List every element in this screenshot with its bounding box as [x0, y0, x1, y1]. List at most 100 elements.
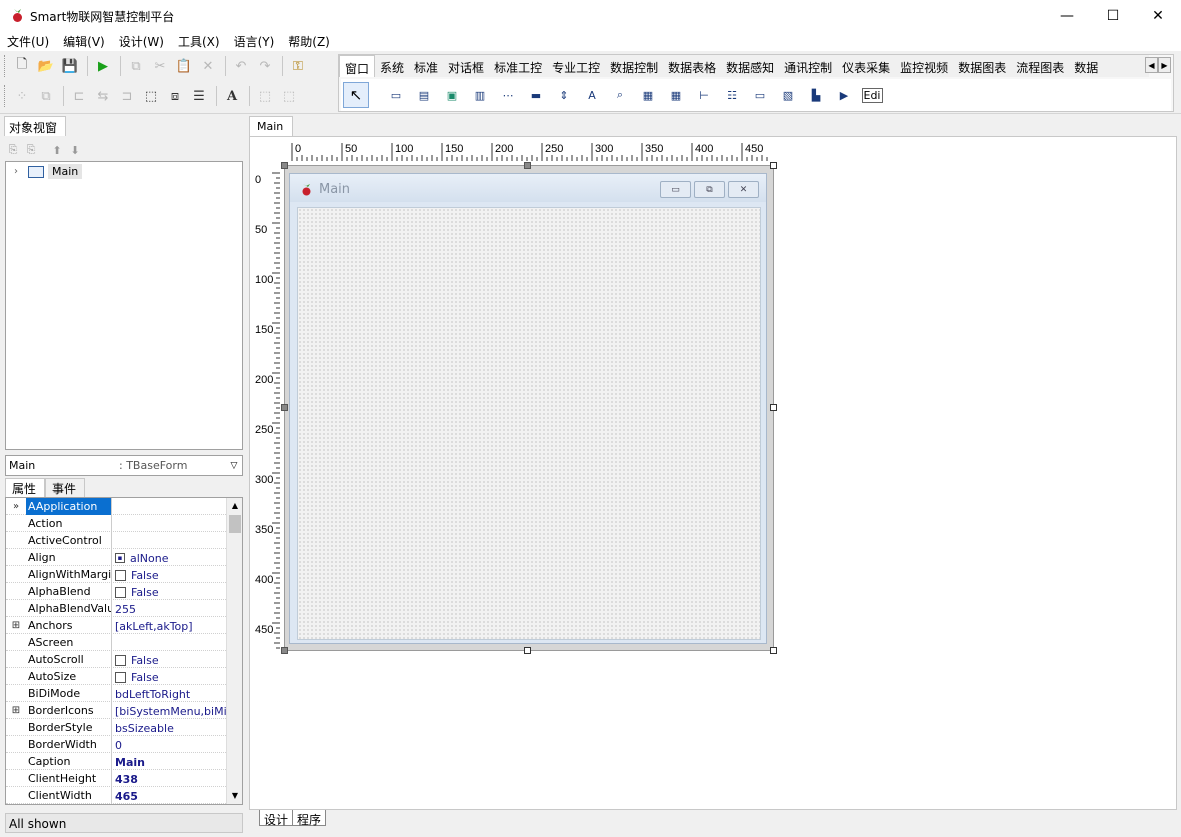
property-row[interactable]: ⊞ Anchors [akLeft,akTop] — [6, 616, 242, 634]
resize-handle[interactable] — [770, 647, 777, 654]
palette-tab-dialogs[interactable]: 对话框 — [443, 55, 489, 77]
paste-button[interactable]: 📋 — [173, 55, 195, 77]
remove-object-icon[interactable]: ⎘ — [22, 143, 40, 157]
resize-handle[interactable] — [281, 647, 288, 654]
cut-button[interactable]: ✂ — [149, 55, 171, 77]
copy-button[interactable]: ⧉ — [125, 55, 147, 77]
property-value[interactable]: 0 — [112, 736, 242, 753]
resize-handle[interactable] — [524, 162, 531, 169]
align-hcenter-button[interactable]: ⇆ — [92, 85, 114, 107]
move-up-icon[interactable]: ⬆ — [48, 144, 66, 157]
palette-tab-data-control[interactable]: 数据控制 — [605, 55, 663, 77]
property-value[interactable] — [112, 634, 242, 651]
property-value[interactable]: ▪ alNone — [112, 549, 242, 566]
form-maximize-button[interactable]: ⧉ — [694, 181, 725, 198]
property-row[interactable]: Align ▪ alNone — [6, 548, 242, 566]
menu-language[interactable]: 语言(Y) — [227, 31, 282, 51]
scroll-right-icon[interactable]: ▶ — [1158, 57, 1171, 73]
toolbar-grip[interactable] — [4, 55, 7, 77]
tab-code[interactable]: 程序 — [292, 810, 327, 827]
property-value[interactable]: [akLeft,akTop] — [112, 617, 242, 634]
expand-arrow-icon[interactable]: › — [14, 166, 28, 177]
palette-tab-system[interactable]: 系统 — [375, 55, 409, 77]
run-button[interactable]: ▶ — [92, 55, 114, 77]
comp-chart[interactable]: ▙ — [803, 82, 829, 108]
property-row[interactable]: Caption Main — [6, 752, 242, 770]
property-value[interactable]: 465 — [112, 787, 242, 804]
comp-panel[interactable]: ▤ — [411, 82, 437, 108]
save-button[interactable]: 💾 — [59, 55, 81, 77]
palette-tab-flowchart[interactable]: 流程图表 — [1011, 55, 1069, 77]
design-tab-main[interactable]: Main — [249, 116, 293, 136]
maximize-button[interactable]: ☐ — [1090, 0, 1136, 31]
align-grid-button[interactable]: ⁘ — [11, 85, 33, 107]
palette-tab-standard[interactable]: 标准 — [409, 55, 443, 77]
creation-order-button[interactable]: ☰ — [188, 85, 210, 107]
comp-media[interactable]: ▶ — [831, 82, 857, 108]
comp-list[interactable]: ☷ — [719, 82, 745, 108]
property-value[interactable]: False — [112, 651, 242, 668]
property-value[interactable]: 438 — [112, 770, 242, 787]
palette-tab-data-more[interactable]: 数据 — [1069, 55, 1103, 77]
add-object-icon[interactable]: ⎘ — [4, 143, 22, 157]
comp-edit[interactable]: ▭ — [747, 82, 773, 108]
property-value[interactable]: bsSizeable — [112, 719, 242, 736]
property-row[interactable]: AutoSize False — [6, 667, 242, 685]
comp-text[interactable]: A — [579, 82, 605, 108]
menu-help[interactable]: 帮助(Z) — [281, 31, 337, 51]
comp-grid[interactable]: ▦ — [663, 82, 689, 108]
resize-handle[interactable] — [281, 162, 288, 169]
pointer-tool[interactable]: ↖ — [343, 82, 369, 108]
checkbox[interactable] — [115, 586, 126, 598]
select-components-button[interactable]: ⬚ — [140, 85, 162, 107]
property-row[interactable]: BiDiMode bdLeftToRight — [6, 684, 242, 702]
scroll-up-icon[interactable]: ▲ — [227, 498, 242, 514]
align-left-button[interactable]: ⊏ — [68, 85, 90, 107]
property-value[interactable] — [112, 498, 242, 515]
property-row[interactable]: AScreen — [6, 633, 242, 651]
designed-form[interactable]: Main ▭ ⧉ ✕ — [289, 173, 767, 644]
palette-tab-video[interactable]: 监控视频 — [895, 55, 953, 77]
form-close-button[interactable]: ✕ — [728, 181, 759, 198]
form-client-area[interactable] — [297, 207, 761, 640]
tab-design[interactable]: 设计 — [259, 810, 294, 827]
comp-window[interactable]: ▦ — [635, 82, 661, 108]
palette-tab-window[interactable]: 窗口 — [339, 55, 376, 77]
comp-updown[interactable]: ⇕ — [551, 82, 577, 108]
checkbox[interactable] — [115, 654, 126, 666]
property-row[interactable]: AlphaBlend False — [6, 582, 242, 600]
property-row[interactable]: ⊞ BorderIcons [biSystemMenu,biMinin — [6, 701, 242, 719]
property-value[interactable]: [biSystemMenu,biMinin — [112, 702, 242, 719]
property-value[interactable]: False — [112, 566, 242, 583]
object-selector[interactable]: Main : TBaseForm ▽ — [5, 455, 243, 476]
palette-tab-data-grid[interactable]: 数据表格 — [663, 55, 721, 77]
comp-tree[interactable]: ⊢ — [691, 82, 717, 108]
property-value[interactable] — [112, 515, 242, 532]
checkbox[interactable] — [115, 671, 126, 683]
property-row[interactable]: ClientWidth 465 — [6, 786, 242, 804]
property-value[interactable] — [112, 532, 242, 549]
scroll-down-icon[interactable]: ▼ — [227, 788, 242, 804]
property-row[interactable]: BorderWidth 0 — [6, 735, 242, 753]
key-button[interactable]: ⚿ — [287, 55, 309, 77]
new-file-button[interactable]: 🗋 — [11, 55, 33, 77]
resize-handle[interactable] — [770, 162, 777, 169]
minimize-button[interactable]: — — [1044, 0, 1090, 31]
palette-tab-data-aware[interactable]: 数据感知 — [721, 55, 779, 77]
form-minimize-button[interactable]: ▭ — [660, 181, 691, 198]
palette-tab-comm[interactable]: 通讯控制 — [779, 55, 837, 77]
menu-design[interactable]: 设计(W) — [112, 31, 171, 51]
property-row[interactable]: AlignWithMargins False — [6, 565, 242, 583]
property-value[interactable]: False — [112, 583, 242, 600]
menu-file[interactable]: 文件(U) — [0, 31, 56, 51]
size-button[interactable]: ⬚ — [254, 85, 276, 107]
palette-tab-pro-control[interactable]: 专业工控 — [547, 55, 605, 77]
toolbar-grip[interactable] — [4, 85, 7, 107]
comp-trackbar[interactable]: ⋯ — [495, 82, 521, 108]
scroll-left-icon[interactable]: ◀ — [1145, 57, 1158, 73]
comp-search[interactable]: ⌕ — [607, 82, 633, 108]
expand-plus-icon[interactable]: ⊞ — [6, 702, 26, 719]
expand-plus-icon[interactable]: ⊞ — [6, 617, 26, 634]
property-row[interactable]: AlphaBlendValue 255 — [6, 599, 242, 617]
checkbox[interactable] — [115, 569, 126, 581]
